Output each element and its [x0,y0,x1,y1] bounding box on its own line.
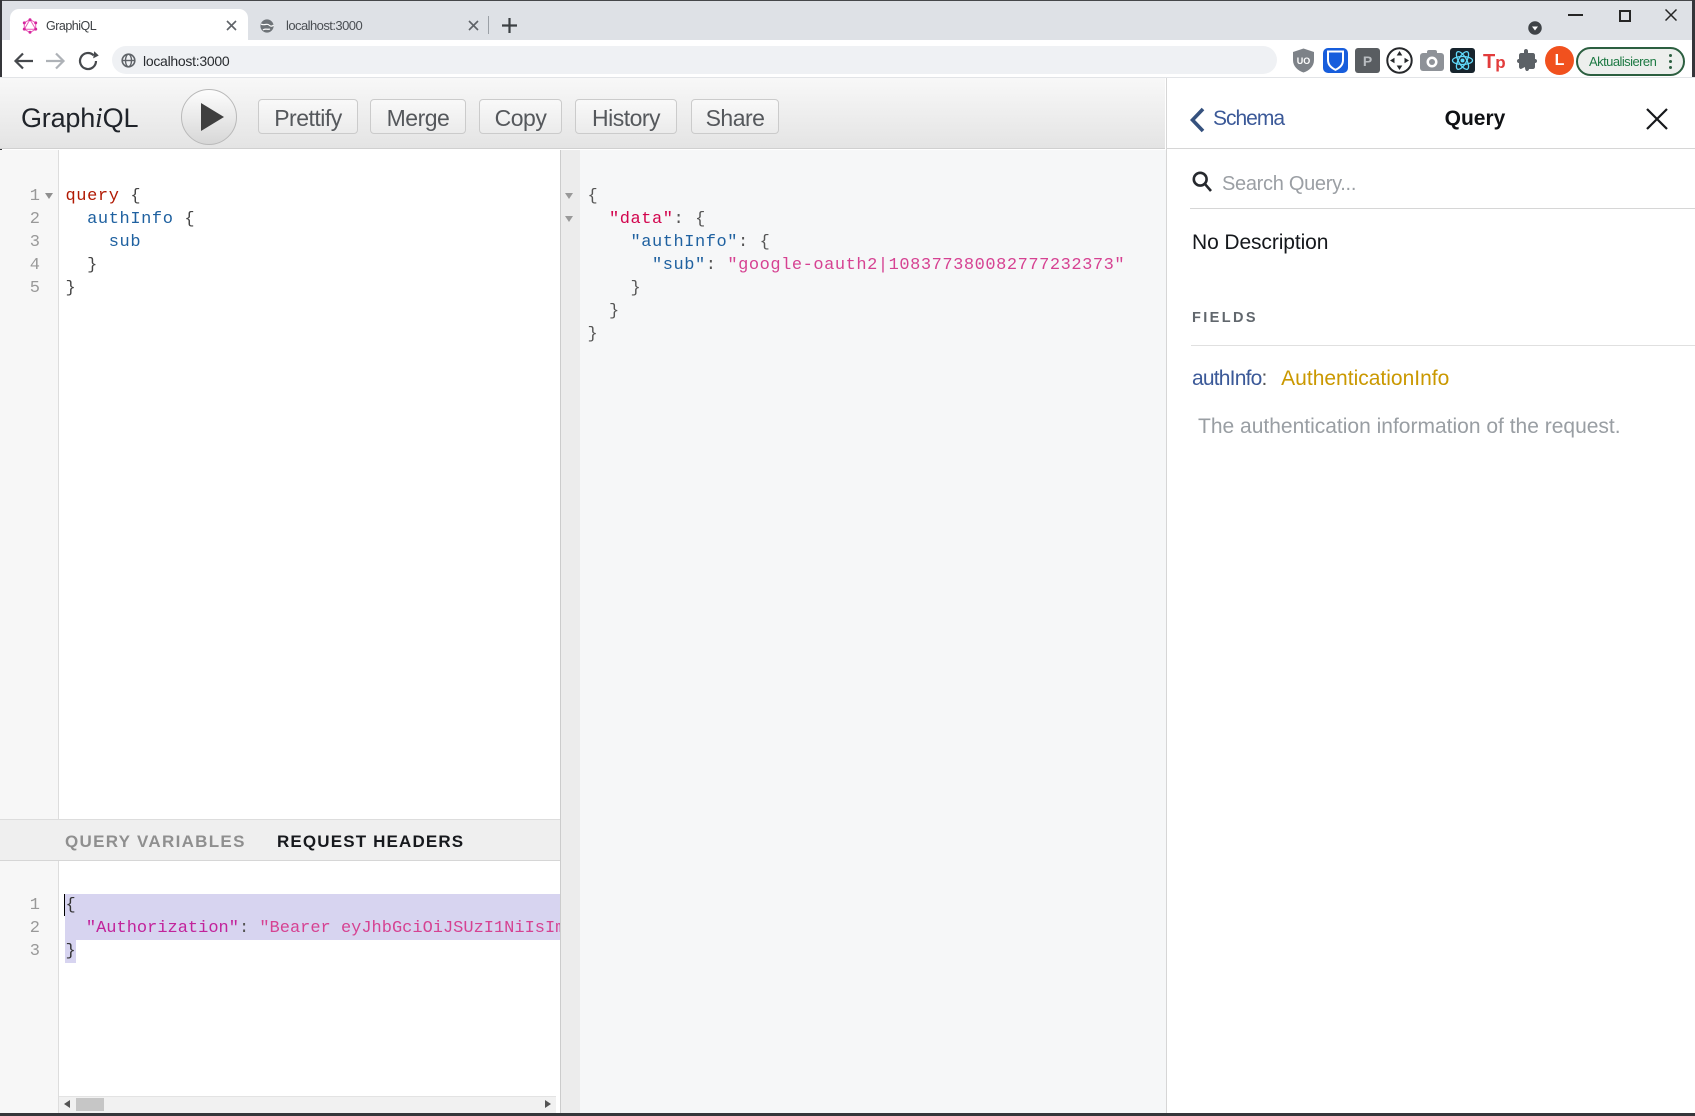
svg-text:UO: UO [1297,56,1311,66]
svg-text:P: P [1363,53,1372,69]
